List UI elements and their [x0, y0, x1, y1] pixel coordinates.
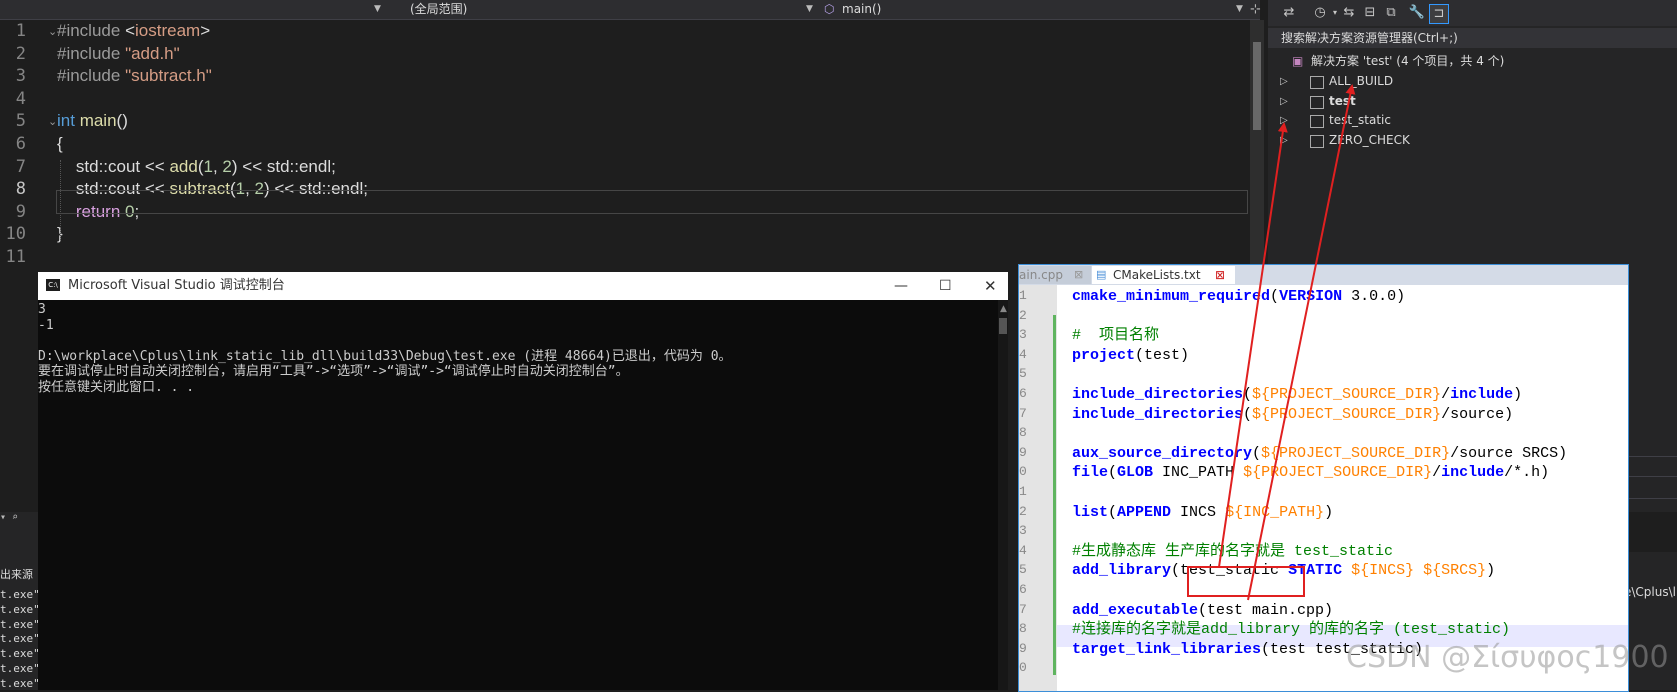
arrow-to-test: [1247, 84, 1356, 601]
annotation-arrows: [1218, 84, 1356, 601]
watermark: CSDN @Σίσυφος1900: [1346, 640, 1669, 675]
arrow-to-test-static: [1218, 122, 1288, 568]
